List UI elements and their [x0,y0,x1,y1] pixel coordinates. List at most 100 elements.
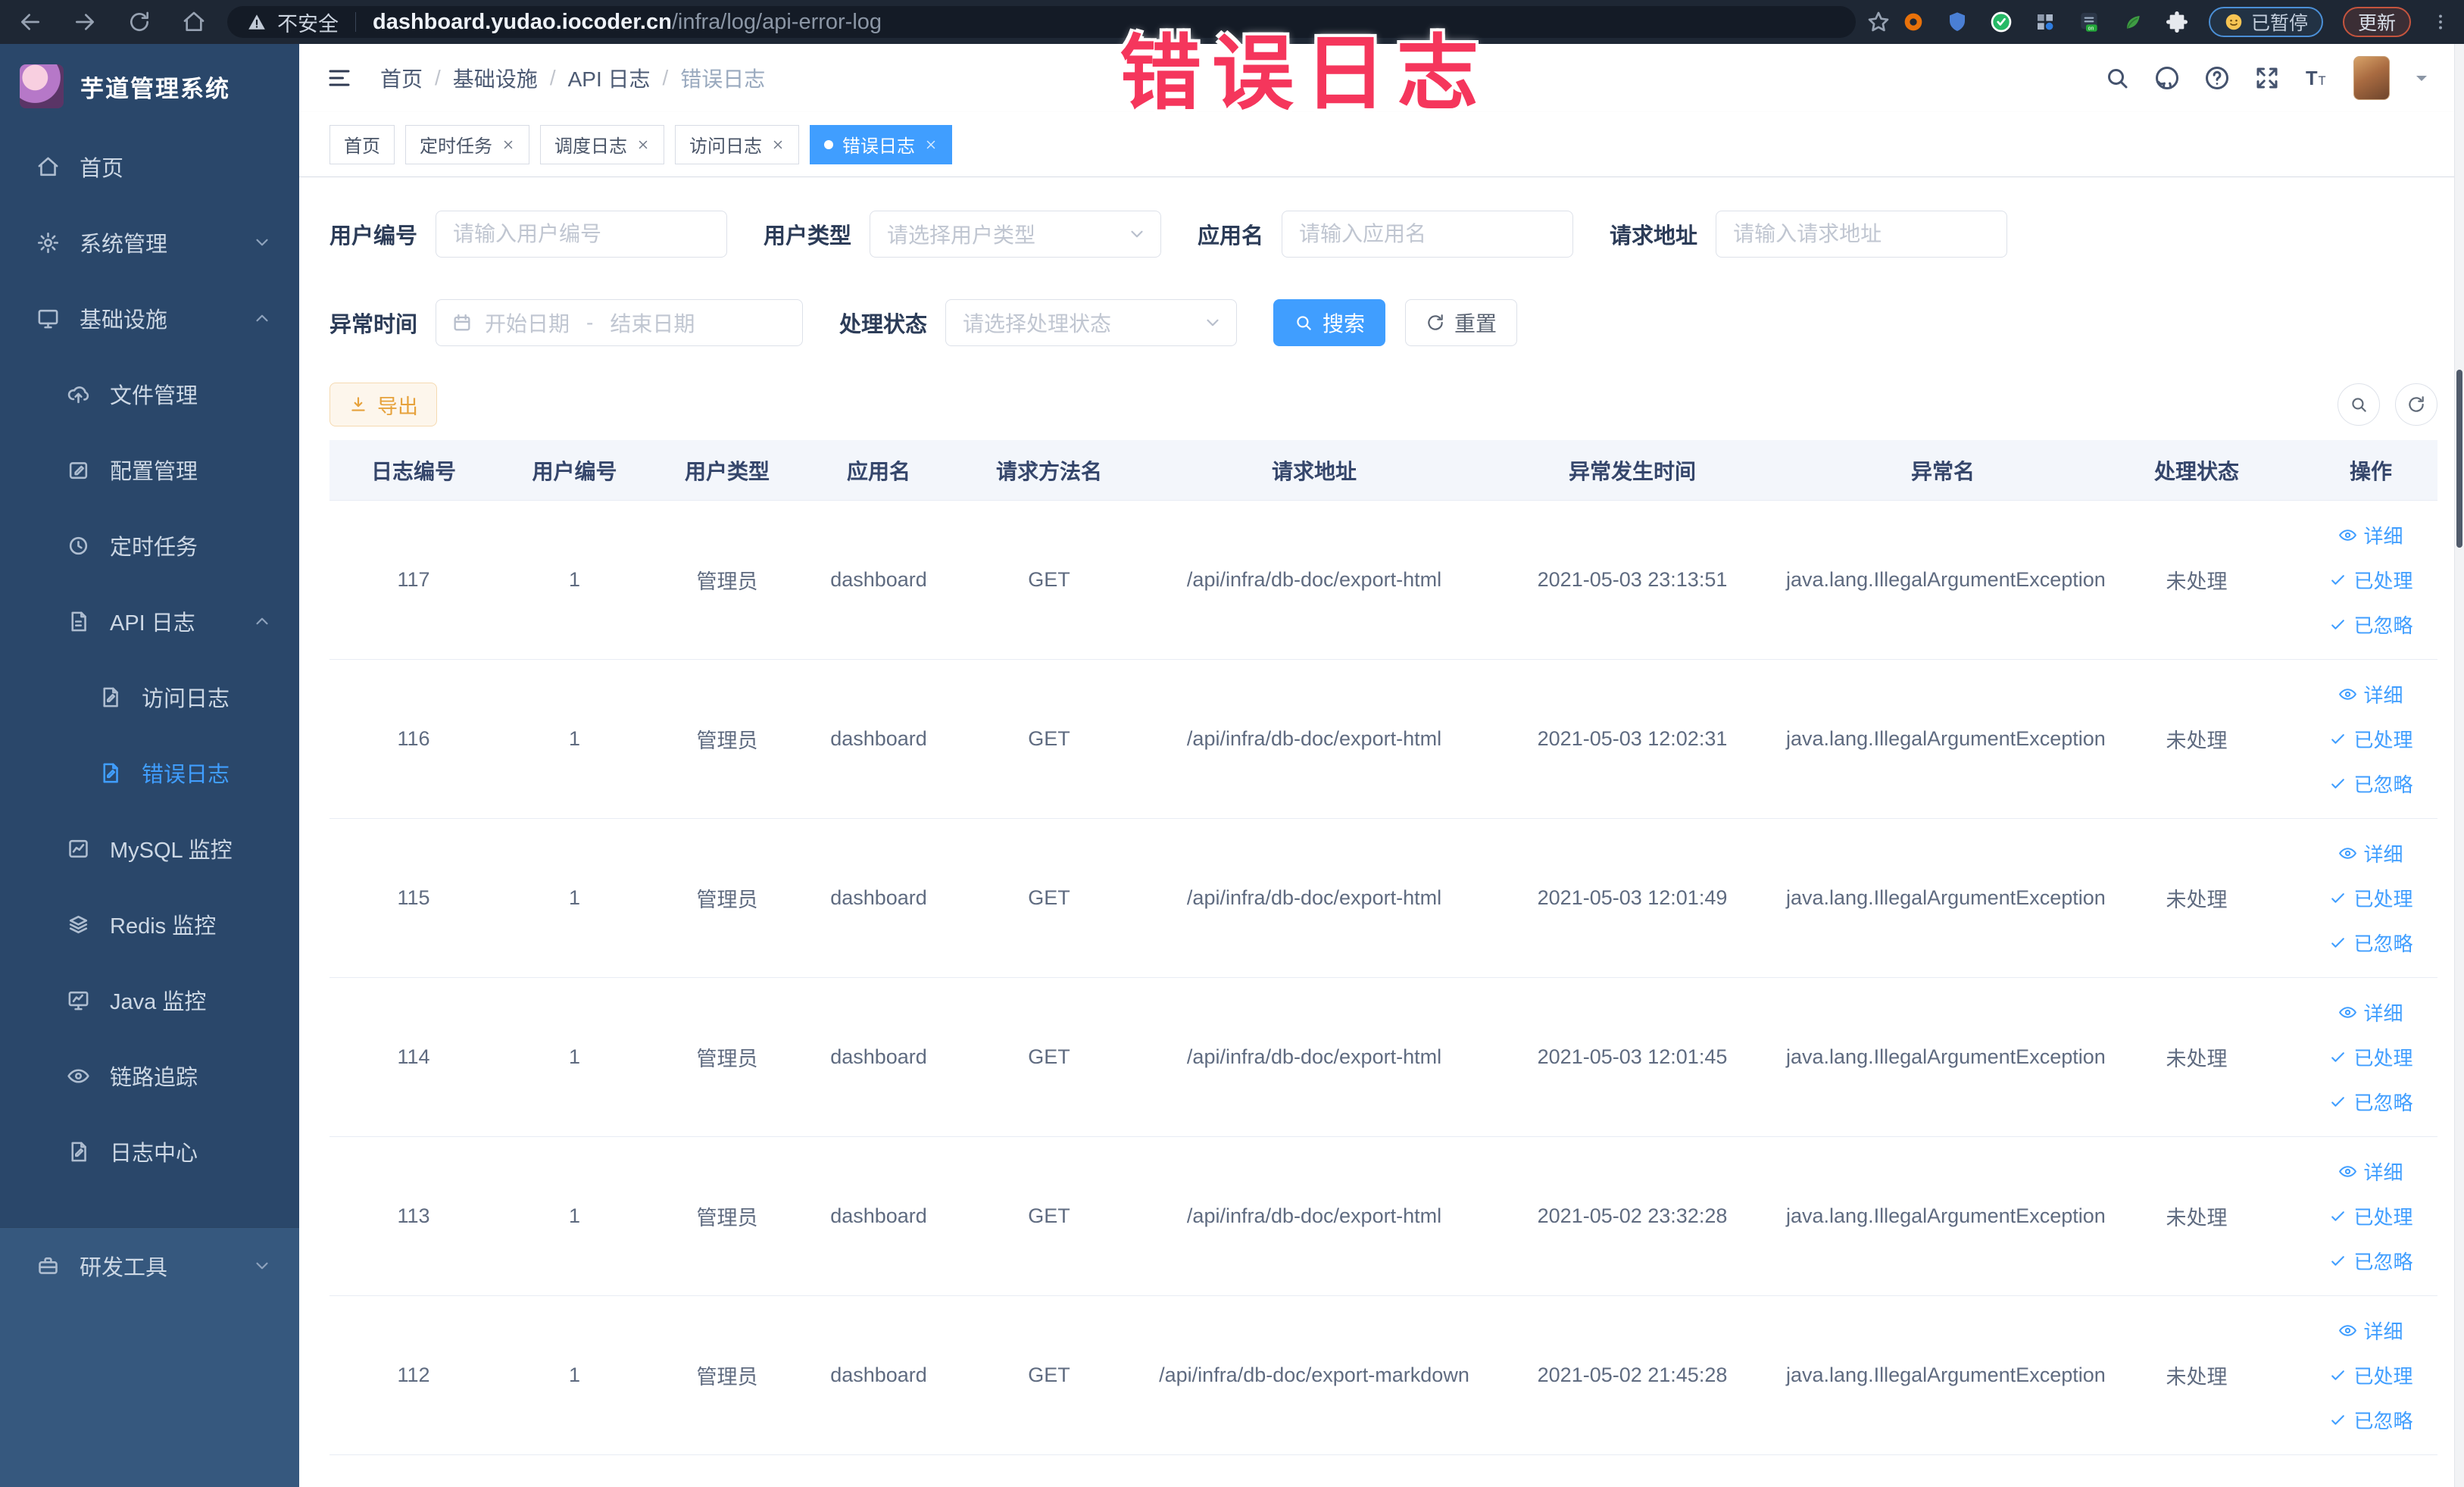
back-icon[interactable] [18,10,42,34]
breadcrumb-item[interactable]: API 日志 [568,63,651,93]
app-name-input[interactable] [1282,211,1574,258]
sidebar-item-dev-tools[interactable]: 研发工具 [0,1228,299,1304]
profile-paused-pill[interactable]: 已暂停 [2208,7,2323,37]
export-button[interactable]: 导出 [329,383,437,426]
tab-首页[interactable]: 首页 [329,124,395,164]
extension-leaf-icon[interactable] [2121,10,2145,34]
bookmark-star-icon[interactable] [1866,10,1891,34]
action-已忽略[interactable]: 已忽略 [2328,611,2413,639]
github-icon[interactable] [2153,64,2181,92]
extension-on-badge-icon[interactable]: on [2077,10,2101,34]
sidebar-item-config[interactable]: 配置管理 [0,432,299,508]
fullscreen-icon[interactable] [2253,64,2281,92]
action-详细[interactable]: 详细 [2338,1317,2403,1345]
sidebar-item-redis[interactable]: Redis 监控 [0,886,299,962]
action-详细[interactable]: 详细 [2338,998,2403,1026]
tab-定时任务[interactable]: 定时任务 [405,124,529,164]
sidebar-item-java[interactable]: Java 监控 [0,962,299,1038]
update-button[interactable]: 更新 [2342,7,2411,37]
browser-scrollbar[interactable] [2454,44,2464,1487]
user-type-label: 用户类型 [764,224,852,248]
tab-调度日志[interactable]: 调度日志 [540,124,664,164]
breadcrumb-item[interactable]: 首页 [380,63,423,93]
action-详细[interactable]: 详细 [2338,521,2403,549]
action-已忽略[interactable]: 已忽略 [2328,770,2413,798]
eye-icon [2338,844,2357,863]
table-cell: java.lang.IllegalArgumentException [1786,1204,2106,1227]
sidebar-item-file[interactable]: 文件管理 [0,356,299,432]
forward-icon[interactable] [73,10,97,34]
refresh-table-button[interactable] [2395,383,2437,426]
action-已处理[interactable]: 已处理 [2328,884,2413,912]
action-已忽略[interactable]: 已忽略 [2328,1088,2413,1116]
sidebar-item-mysql[interactable]: MySQL 监控 [0,811,299,886]
extension-grid-icon[interactable] [2033,10,2057,34]
sidebar-item-trace[interactable]: 链路追踪 [0,1038,299,1114]
collapse-sidebar-icon[interactable] [326,64,353,92]
sidebar-item-api-log[interactable]: API 日志 [0,583,299,659]
action-已处理[interactable]: 已处理 [2328,725,2413,753]
security-warning-icon[interactable] [247,12,267,32]
close-icon[interactable] [924,138,938,152]
sidebar-item-home[interactable]: 首页 [0,129,299,205]
table-cell: GET [1028,1204,1070,1227]
tab-访问日志[interactable]: 访问日志 [675,124,799,164]
scrollbar-thumb[interactable] [2456,370,2462,548]
browser-home-icon[interactable] [182,10,206,34]
sidebar-item-job[interactable]: 定时任务 [0,508,299,583]
user-id-input[interactable] [436,211,728,258]
sidebar-item-access-log[interactable]: 访问日志 [0,659,299,735]
user-avatar[interactable] [2353,56,2390,100]
address-bar[interactable]: 不安全 dashboard.yudao.iocoder.cn/infra/log… [227,6,1856,38]
action-已处理[interactable]: 已处理 [2328,1202,2413,1230]
sidebar-item-log-center[interactable]: 日志中心 [0,1114,299,1189]
action-详细[interactable]: 详细 [2338,680,2403,708]
action-已处理[interactable]: 已处理 [2328,1043,2413,1071]
reset-button[interactable]: 重置 [1405,299,1518,346]
extension-green-check-icon[interactable] [1989,10,2013,34]
process-status-select[interactable]: 请选择处理状态 [945,299,1238,346]
exception-time-range-picker[interactable]: 开始日期 - 结束日期 [436,299,804,346]
table-cell: /api/infra/db-doc/export-html [1186,886,1442,909]
sidebar-item-infra[interactable]: 基础设施 [0,280,299,356]
sidebar-item-error-log[interactable]: 错误日志 [0,735,299,811]
request-url-input[interactable] [1716,211,2008,258]
reload-icon[interactable] [127,10,151,34]
action-已忽略[interactable]: 已忽略 [2328,1406,2413,1434]
help-icon[interactable] [2203,64,2231,92]
column-header: 操作 [2349,459,2392,483]
toggle-search-button[interactable] [2338,383,2380,426]
action-已忽略[interactable]: 已忽略 [2328,929,2413,957]
action-详细[interactable]: 详细 [2338,1157,2403,1186]
security-label: 不安全 [277,12,339,36]
check-icon [2328,889,2347,908]
export-button-label: 导出 [377,395,418,418]
breadcrumb-item[interactable]: 基础设施 [453,63,538,93]
tab-错误日志[interactable]: 错误日志 [810,124,952,164]
action-已处理[interactable]: 已处理 [2328,566,2413,594]
table-cell: 112 [397,1364,430,1386]
user-type-select[interactable]: 请选择用户类型 [870,211,1162,258]
extensions-puzzle-icon[interactable] [2165,10,2189,34]
action-详细[interactable]: 详细 [2338,839,2403,867]
action-label: 已处理 [2353,1365,2413,1388]
close-icon[interactable] [501,138,515,152]
user-id-label: 用户编号 [329,224,418,248]
sidebar-item-system[interactable]: 系统管理 [0,205,299,280]
table-cell: java.lang.IllegalArgumentException [1786,1364,2106,1386]
close-icon[interactable] [636,138,650,152]
extension-orange-icon[interactable] [1901,10,1925,34]
user-menu-caret-icon[interactable] [2412,69,2431,87]
action-已忽略[interactable]: 已忽略 [2328,1247,2413,1275]
search-icon[interactable] [2103,64,2131,92]
chevron-down-icon [1203,313,1223,333]
action-已处理[interactable]: 已处理 [2328,1361,2413,1389]
breadcrumb-separator: / [549,66,556,89]
search-button[interactable]: 搜索 [1273,299,1386,346]
extension-shield-icon[interactable] [1945,10,1969,34]
close-icon[interactable] [771,138,785,152]
browser-menu-icon[interactable] [2431,12,2450,32]
error-log-table: 日志编号 用户编号 用户类型 应用名 请求方法名 请求地址 异常发生时间 异常名 处理状态 操作 1… [329,440,2437,1455]
app-logo[interactable]: 芋道管理系统 [0,44,299,129]
font-size-icon[interactable]: TT [2303,64,2331,92]
